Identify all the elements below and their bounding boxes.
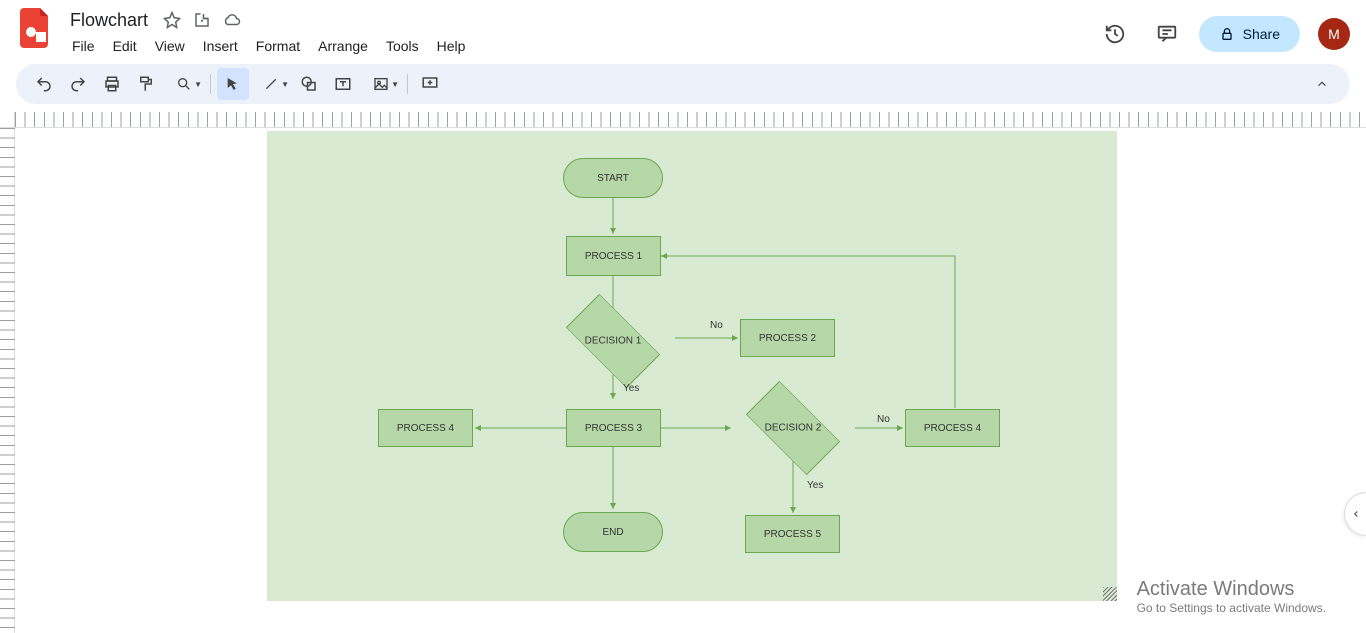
node-process-4-left[interactable]: PROCESS 4 (378, 409, 473, 447)
node-label: PROCESS 4 (924, 423, 981, 434)
node-label: START (597, 173, 629, 184)
edge-label-yes-2: Yes (807, 480, 823, 491)
ruler-horizontal[interactable] (15, 112, 1366, 128)
menu-view[interactable]: View (147, 34, 193, 58)
node-label: PROCESS 1 (585, 251, 642, 262)
node-start[interactable]: START (563, 158, 663, 198)
node-process-4-right[interactable]: PROCESS 4 (905, 409, 1000, 447)
workspace: START PROCESS 1 DECISION 1 PROCESS 2 PRO… (0, 112, 1366, 633)
menu-help[interactable]: Help (429, 34, 474, 58)
node-process-3[interactable]: PROCESS 3 (566, 409, 661, 447)
toolbar-separator (210, 74, 211, 94)
menu-format[interactable]: Format (248, 34, 308, 58)
node-label: DECISION 1 (585, 336, 642, 347)
edge-label-no-2: No (877, 414, 890, 425)
move-icon[interactable] (192, 10, 212, 30)
print-button[interactable] (96, 68, 128, 100)
chevron-down-icon: ▼ (194, 80, 202, 89)
header-right: Share M (1095, 8, 1350, 54)
node-end[interactable]: END (563, 512, 663, 552)
comments-icon[interactable] (1147, 14, 1187, 54)
undo-button[interactable] (28, 68, 60, 100)
drawings-logo[interactable] (16, 8, 56, 48)
page-background (267, 131, 1117, 601)
collapse-toolbar-button[interactable] (1306, 68, 1338, 100)
menu-edit[interactable]: Edit (105, 34, 145, 58)
share-label: Share (1243, 26, 1280, 42)
star-icon[interactable] (162, 10, 182, 30)
menu-file[interactable]: File (64, 34, 103, 58)
select-tool[interactable] (217, 68, 249, 100)
line-tool[interactable]: ▼ (251, 68, 291, 100)
menu-arrange[interactable]: Arrange (310, 34, 376, 58)
drawing-page[interactable]: START PROCESS 1 DECISION 1 PROCESS 2 PRO… (15, 128, 1115, 633)
ruler-vertical[interactable] (0, 128, 15, 633)
node-label: PROCESS 3 (585, 423, 642, 434)
lock-icon (1219, 26, 1235, 42)
node-label: PROCESS 5 (764, 529, 821, 540)
menu-insert[interactable]: Insert (195, 34, 246, 58)
edge-label-no-1: No (710, 320, 723, 331)
cloud-status-icon[interactable] (222, 10, 242, 30)
textbox-tool[interactable] (327, 68, 359, 100)
node-process-2[interactable]: PROCESS 2 (740, 319, 835, 357)
toolbar-wrap: ▼ ▼ ▼ (0, 64, 1366, 112)
node-decision-1[interactable]: DECISION 1 (570, 298, 656, 384)
node-label: PROCESS 4 (397, 423, 454, 434)
edge-label-yes-1: Yes (623, 383, 639, 394)
image-tool[interactable]: ▼ (361, 68, 401, 100)
app-header: Flowchart File Edit View Insert Format A… (0, 0, 1366, 64)
share-button[interactable]: Share (1199, 16, 1300, 52)
node-label: END (602, 527, 623, 538)
menu-tools[interactable]: Tools (378, 34, 427, 58)
chevron-down-icon: ▼ (391, 80, 399, 89)
toolbar-separator (407, 74, 408, 94)
history-icon[interactable] (1095, 14, 1135, 54)
paint-format-button[interactable] (130, 68, 162, 100)
menu-bar: File Edit View Insert Format Arrange Too… (64, 34, 1095, 58)
redo-button[interactable] (62, 68, 94, 100)
toolbar: ▼ ▼ ▼ (16, 64, 1350, 104)
shape-tool[interactable] (293, 68, 325, 100)
title-block: Flowchart File Edit View Insert Format A… (64, 8, 1095, 58)
node-process-1[interactable]: PROCESS 1 (566, 236, 661, 276)
insert-comment-button[interactable] (414, 68, 446, 100)
node-process-5[interactable]: PROCESS 5 (745, 515, 840, 553)
chevron-down-icon: ▼ (281, 80, 289, 89)
zoom-button[interactable]: ▼ (164, 68, 204, 100)
page-resize-handle[interactable] (1103, 587, 1117, 601)
ruler-corner (0, 112, 15, 128)
doc-title[interactable]: Flowchart (64, 8, 154, 33)
avatar[interactable]: M (1318, 18, 1350, 50)
canvas[interactable]: START PROCESS 1 DECISION 1 PROCESS 2 PRO… (15, 128, 1366, 633)
node-label: PROCESS 2 (759, 333, 816, 344)
node-decision-2[interactable]: DECISION 2 (750, 385, 836, 471)
node-label: DECISION 2 (765, 423, 822, 434)
